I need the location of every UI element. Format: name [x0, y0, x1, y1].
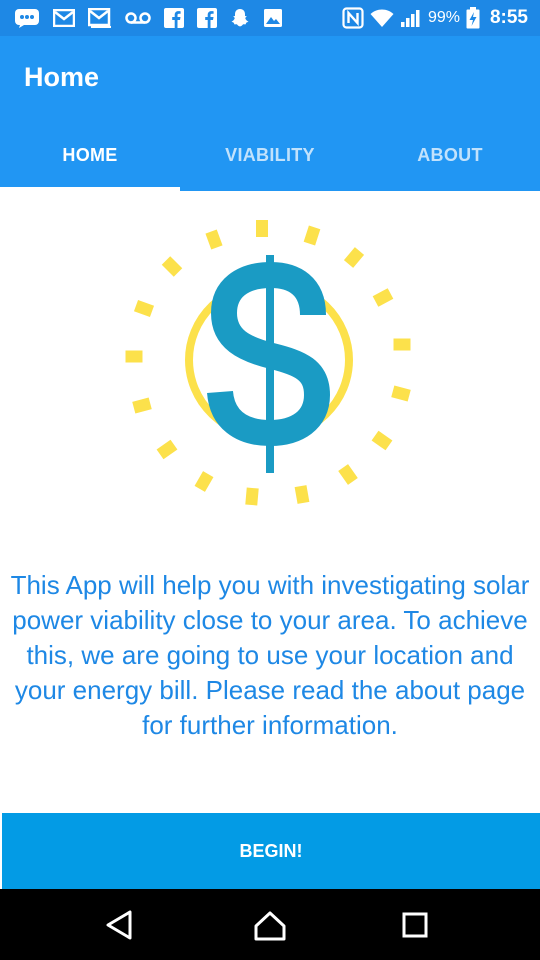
home-icon[interactable]: [252, 907, 288, 943]
snapchat-icon: [231, 9, 249, 27]
gallery-icon: [264, 9, 282, 27]
battery-icon: [466, 7, 480, 29]
solar-dollar-logo: [125, 220, 411, 506]
tab-bar: HOME VIABILITY ABOUT: [0, 120, 540, 191]
navigation-bar: [0, 889, 540, 960]
tab-home[interactable]: HOME: [0, 120, 180, 191]
notification-icons: [14, 0, 283, 36]
dollar-sign: [207, 255, 331, 473]
recents-icon[interactable]: [397, 907, 433, 943]
app-bar: Home: [0, 36, 540, 120]
nfc-icon: [342, 7, 364, 29]
page-title: Home: [24, 62, 100, 92]
facebook-icon: [164, 8, 184, 28]
facebook-icon: [197, 8, 217, 28]
voicemail-icon: [125, 12, 151, 24]
begin-button[interactable]: BEGIN!: [2, 813, 540, 889]
signal-icon: [400, 10, 420, 27]
system-status-icons: 99% 8:55: [342, 0, 528, 36]
back-icon[interactable]: [102, 907, 138, 943]
wifi-icon: [370, 9, 394, 27]
tab-indicator: [0, 187, 180, 191]
gmail-icon: [53, 9, 75, 27]
screen: 99% 8:55 Home HOME VIABILITY ABOUT This …: [0, 0, 540, 960]
tab-viability[interactable]: VIABILITY: [180, 120, 360, 191]
gmail-icon: [88, 8, 111, 28]
clock: 8:55: [489, 7, 528, 28]
status-bar: 99% 8:55: [0, 0, 540, 36]
tab-about[interactable]: ABOUT: [360, 120, 540, 191]
app-description: This App will help you with investigatin…: [10, 570, 530, 740]
battery-percentage: 99%: [427, 9, 460, 26]
message-icon: [15, 9, 39, 28]
